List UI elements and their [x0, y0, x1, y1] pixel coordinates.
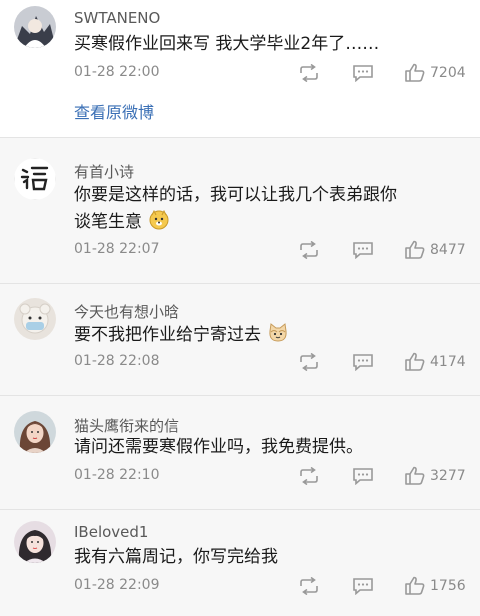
comment-text: 我有六篇周记，你写完给我 [74, 547, 278, 567]
comment-button[interactable] [352, 239, 374, 261]
view-original-link[interactable]: 查看原微博 [74, 99, 154, 123]
thumbs-up-icon [405, 466, 425, 485]
like-button[interactable]: 4174 [404, 351, 466, 373]
comment-meta: 01-28 22:00 7204 [74, 62, 466, 84]
comment-text: 买寒假作业回来写 我大学毕业2年了…… [74, 34, 380, 54]
like-button[interactable]: 1756 [404, 575, 466, 597]
comment-card: SWTANENO 买寒假作业回来写 我大学毕业2年了…… 01-28 22:00… [0, 0, 480, 138]
user-avatar[interactable] [14, 521, 56, 563]
user-avatar[interactable] [14, 6, 56, 48]
comment-button[interactable] [352, 575, 374, 597]
comment-time: 01-28 22:00 [74, 64, 160, 80]
thumbs-up-icon [405, 352, 425, 371]
cat-emoji-icon [269, 323, 287, 342]
comment-button[interactable] [352, 465, 374, 487]
username[interactable]: 有首小诗 [74, 161, 134, 182]
comment-meta: 01-28 22:10 3277 [74, 465, 466, 487]
repost-button[interactable] [298, 575, 320, 597]
comment-card: 今天也有想小晗 要不我把作业给宁寄过去 01-28 22:08 4174 [0, 284, 480, 396]
like-count: 3277 [430, 468, 466, 484]
like-count: 4174 [430, 354, 466, 370]
comment-text: 请问还需要寒假作业吗，我免费提供。 [74, 437, 363, 457]
like-count: 8477 [430, 242, 466, 258]
comment-time: 01-28 22:09 [74, 577, 160, 593]
user-avatar[interactable] [14, 411, 56, 453]
comment-card: IBeloved1 我有六篇周记，你写完给我 01-28 22:09 1756 [0, 510, 480, 616]
user-avatar[interactable] [14, 298, 56, 340]
username[interactable]: SWTANENO [74, 9, 160, 27]
like-count: 7204 [430, 65, 466, 81]
thumbs-up-icon [405, 63, 425, 82]
repost-icon [300, 64, 318, 82]
repost-icon [300, 241, 318, 259]
anime-avatar-icon [14, 6, 56, 48]
comment-icon [353, 354, 373, 371]
repost-icon [300, 577, 318, 595]
calligraphy-avatar-icon [14, 158, 56, 200]
comment-text-line: 你要是这样的话，我可以让我几个表弟跟你 [74, 185, 397, 205]
repost-icon [300, 353, 318, 371]
thumbs-up-icon [405, 576, 425, 595]
comment-button[interactable] [352, 351, 374, 373]
like-button[interactable]: 7204 [404, 62, 466, 84]
comment-meta: 01-28 22:07 8477 [74, 239, 466, 261]
comment-card: 猫头鹰衔来的信 请问还需要寒假作业吗，我免费提供。 01-28 22:10 32… [0, 396, 480, 510]
thumbs-up-icon [405, 240, 425, 259]
like-button[interactable]: 8477 [404, 239, 466, 261]
repost-button[interactable] [298, 62, 320, 84]
girl-avatar-icon [14, 411, 56, 453]
comment-icon [353, 578, 373, 595]
comment-icon [353, 65, 373, 82]
like-button[interactable]: 3277 [404, 465, 466, 487]
repost-button[interactable] [298, 239, 320, 261]
comment-icon [353, 242, 373, 259]
user-avatar[interactable] [14, 158, 56, 200]
comment-text-line: 谈笔生意 [74, 212, 142, 232]
username[interactable]: 今天也有想小晗 [74, 301, 179, 322]
username[interactable]: 猫头鹰衔来的信 [74, 415, 179, 436]
comment-time: 01-28 22:07 [74, 241, 160, 257]
comment-meta: 01-28 22:09 1756 [74, 575, 466, 597]
doge-emoji-icon [149, 210, 169, 230]
comment-text-line: 要不我把作业给宁寄过去 [74, 325, 261, 345]
girl-avatar-icon [14, 521, 56, 563]
repost-button[interactable] [298, 465, 320, 487]
comment-time: 01-28 22:08 [74, 353, 160, 369]
comment-button[interactable] [352, 62, 374, 84]
repost-icon [300, 467, 318, 485]
comment-card: 有首小诗 你要是这样的话，我可以让我几个表弟跟你 谈笔生意 01-28 22:0… [0, 138, 480, 284]
comment-meta: 01-28 22:08 4174 [74, 351, 466, 373]
repost-button[interactable] [298, 351, 320, 373]
plush-toy-avatar-icon [14, 298, 56, 340]
comment-text: 你要是这样的话，我可以让我几个表弟跟你 谈笔生意 [74, 182, 464, 236]
like-count: 1756 [430, 578, 466, 594]
comment-time: 01-28 22:10 [74, 467, 160, 483]
comment-text: 要不我把作业给宁寄过去 [74, 322, 464, 349]
comment-icon [353, 468, 373, 485]
username[interactable]: IBeloved1 [74, 523, 148, 541]
